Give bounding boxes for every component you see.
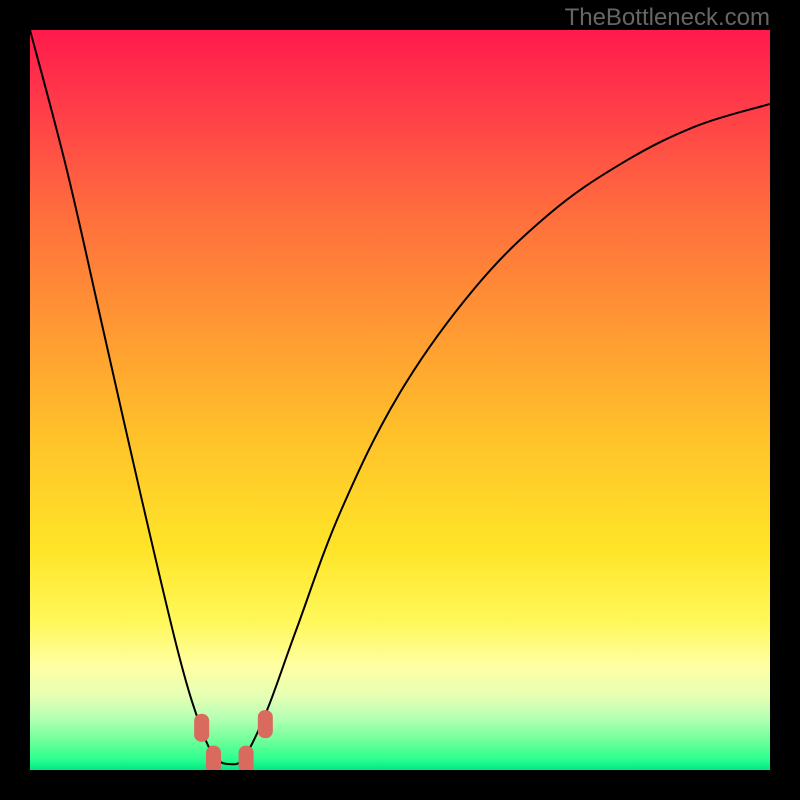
plot-area [30, 30, 770, 770]
threshold-markers [194, 710, 273, 770]
bottleneck-curve [30, 30, 770, 770]
threshold-marker [239, 746, 254, 770]
curve-path [30, 30, 770, 764]
watermark-text: TheBottleneck.com [565, 4, 770, 32]
threshold-marker [258, 710, 273, 738]
threshold-marker [206, 746, 221, 770]
threshold-marker [194, 714, 209, 742]
